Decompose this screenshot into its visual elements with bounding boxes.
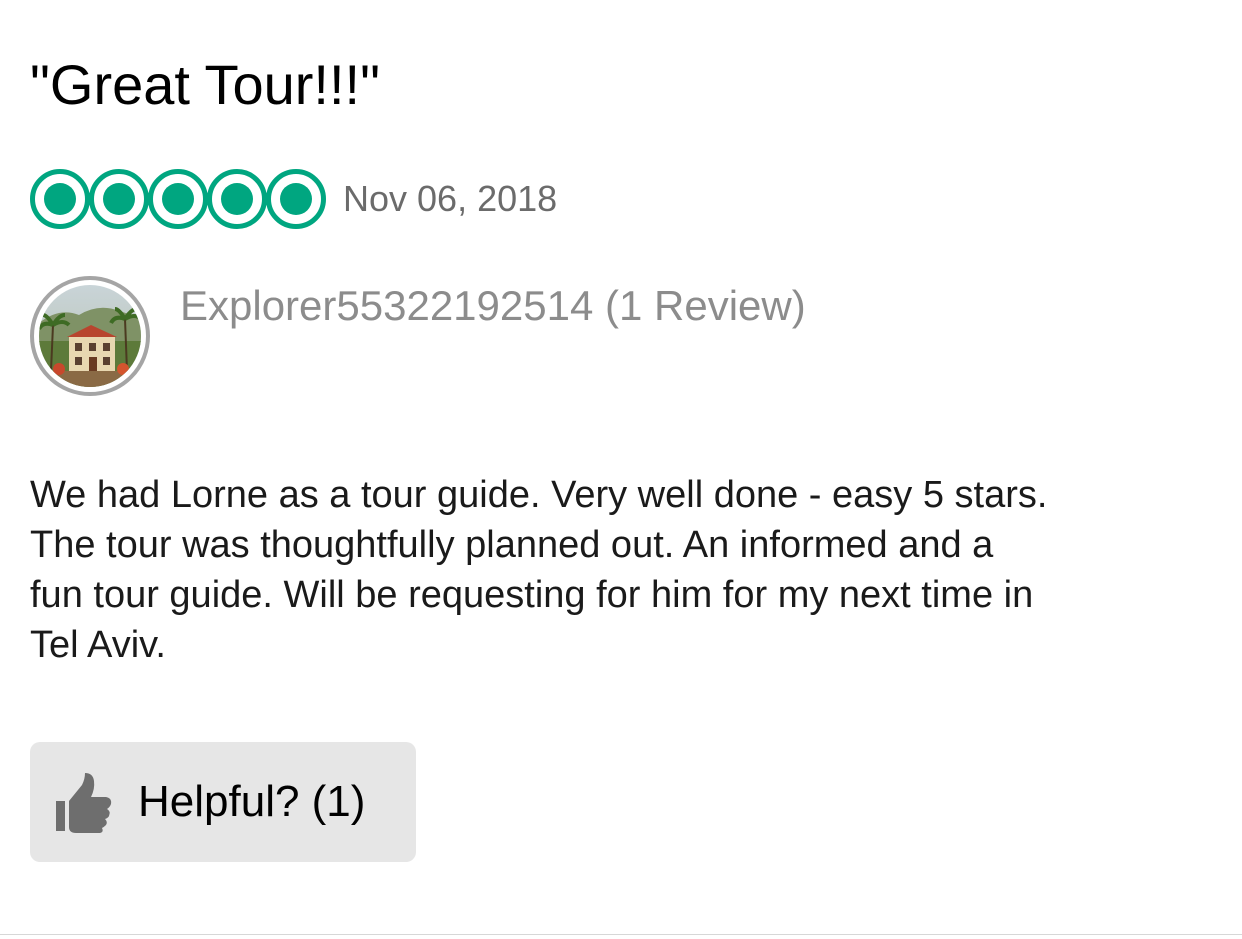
helpful-button[interactable]: Helpful? (1) — [30, 742, 416, 862]
review-date: Nov 06, 2018 — [343, 178, 558, 219]
divider — [0, 934, 1242, 935]
review-body: We had Lorne as a tour guide. Very well … — [30, 474, 1048, 666]
rating-bubble-icon — [89, 169, 149, 229]
rating-row: Nov 06, 2018 — [30, 168, 557, 230]
bubble-rating — [30, 169, 326, 229]
rating-bubble-icon — [266, 169, 326, 229]
rating-bubble-icon — [207, 169, 267, 229]
avatar-photo-icon — [39, 285, 141, 387]
thumbs-up-icon — [56, 773, 112, 833]
rating-bubble-icon — [148, 169, 208, 229]
helpful-label: Helpful? (1) — [138, 777, 366, 826]
rating-bubble-icon — [30, 169, 90, 229]
avatar[interactable] — [30, 276, 150, 396]
reviewer-info: Explorer55322192514 (1 Review) — [30, 276, 806, 396]
review-card: "Great Tour!!!" Nov 06, 2018 Explorer553… — [0, 0, 1242, 935]
review-title[interactable]: "Great Tour!!!" — [30, 52, 380, 118]
reviewer-name[interactable]: Explorer55322192514 (1 Review) — [180, 282, 806, 330]
